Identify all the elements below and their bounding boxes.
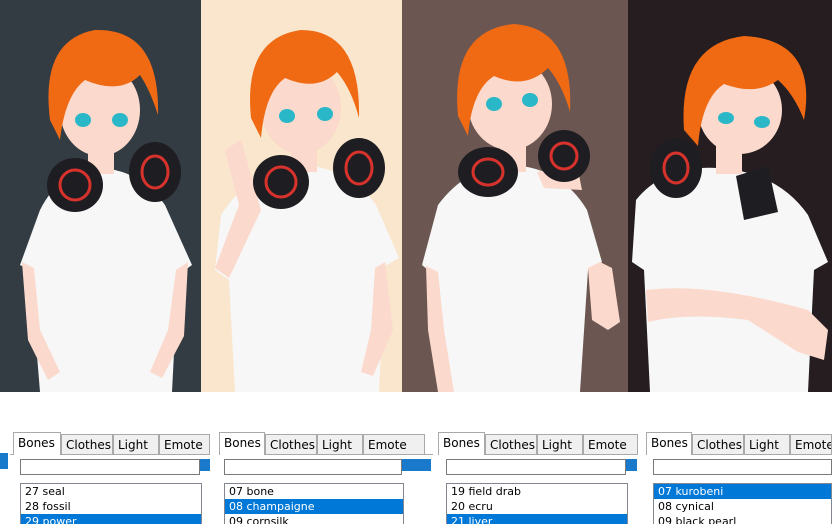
render-panel-3 [402, 0, 628, 392]
tab-bones[interactable]: Bones [13, 432, 61, 455]
eye [522, 93, 538, 107]
color-list: 07 kurobeni 08 cynical 09 black pearl [653, 483, 832, 524]
list-item[interactable]: 28 fossil [21, 499, 201, 514]
eye [317, 107, 333, 121]
tab-light[interactable]: Light [744, 434, 790, 454]
color-list: 19 field drab 20 ecru 21 liver [446, 483, 628, 524]
list-item[interactable]: 27 seal [21, 484, 201, 499]
scroll-button[interactable] [402, 459, 431, 471]
eye [754, 116, 770, 128]
tab-light[interactable]: Light [113, 434, 159, 454]
shirt [422, 165, 602, 392]
scroll-button[interactable] [626, 459, 637, 471]
list-item[interactable]: 08 cynical [654, 499, 831, 514]
tab-bones[interactable]: Bones [438, 432, 485, 455]
render-panel-1 [0, 0, 201, 392]
list-item-selected[interactable]: 07 kurobeni [654, 484, 831, 499]
search-input[interactable] [20, 459, 200, 475]
eye [279, 109, 295, 123]
headphone-cup [650, 138, 702, 198]
editor-window-3: Bones Clothes Light Emote 19 field drab … [438, 425, 638, 524]
headphone-cup [47, 158, 103, 212]
eye [75, 113, 91, 127]
render-panel-2 [201, 0, 402, 392]
color-list: 27 seal 28 fossil 29 power [20, 483, 202, 524]
eye [718, 112, 734, 124]
search-input[interactable] [446, 459, 626, 475]
editor-window-4: Bones Clothes Light Emote 07 kurobeni 08… [646, 425, 832, 524]
list-item[interactable]: 20 ecru [447, 499, 627, 514]
render-panel-4 [628, 0, 832, 392]
tab-emote[interactable]: Emote [159, 434, 210, 454]
tab-clothes[interactable]: Clothes [692, 434, 744, 454]
headphone-cup [253, 155, 309, 209]
tab-bones[interactable]: Bones [219, 432, 265, 455]
eye [486, 97, 502, 111]
eye [112, 113, 128, 127]
list-item[interactable]: 09 black pearl [654, 514, 831, 524]
list-item-selected[interactable]: 21 liver [447, 514, 627, 524]
tab-emote[interactable]: Emote [790, 434, 832, 454]
list-item[interactable]: 09 cornsilk [225, 514, 403, 524]
headphone-cup [333, 138, 385, 198]
tab-clothes[interactable]: Clothes [265, 434, 317, 454]
list-item-selected[interactable]: 08 champaigne [225, 499, 403, 514]
color-list: 07 bone 08 champaigne 09 cornsilk [224, 483, 404, 524]
character-render [0, 0, 201, 392]
character-render [628, 0, 832, 392]
list-item-selected[interactable]: 29 power [21, 514, 201, 524]
tab-light[interactable]: Light [537, 434, 583, 454]
tab-emote[interactable]: Emote [363, 434, 425, 454]
scroll-thumb[interactable] [0, 453, 8, 469]
tab-clothes[interactable]: Clothes [61, 434, 113, 454]
list-item[interactable]: 07 bone [225, 484, 403, 499]
headphone-cup [129, 142, 181, 202]
character-render [402, 0, 628, 392]
headphone-cup [458, 147, 518, 197]
search-input[interactable] [224, 459, 402, 475]
scroll-button[interactable] [200, 459, 210, 471]
headphone-cup [538, 130, 590, 182]
tab-bones[interactable]: Bones [646, 432, 692, 455]
tab-emote[interactable]: Emote [583, 434, 638, 454]
list-item[interactable]: 19 field drab [447, 484, 627, 499]
search-input[interactable] [653, 459, 832, 475]
character-render [201, 0, 402, 392]
editor-window-2: Bones Clothes Light Emote 07 bone 08 cha… [219, 425, 433, 524]
tab-light[interactable]: Light [317, 434, 363, 454]
tab-clothes[interactable]: Clothes [485, 434, 537, 454]
editor-window-1: Bones Clothes Light Emote 27 seal 28 fos… [10, 425, 210, 524]
